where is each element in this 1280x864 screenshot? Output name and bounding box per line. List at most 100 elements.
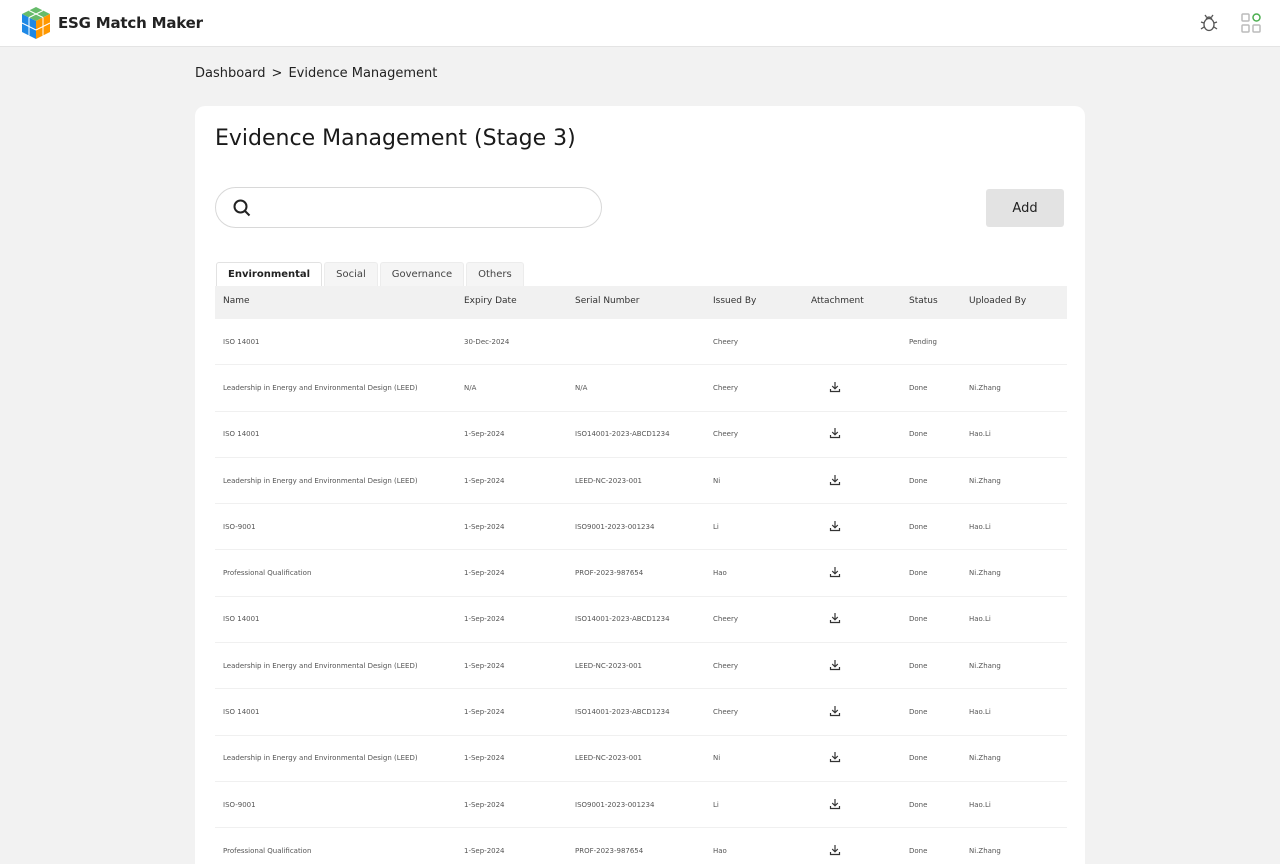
search-box[interactable] [215, 187, 602, 228]
cell-serial-number: N/A [575, 383, 588, 392]
download-icon[interactable] [829, 520, 841, 532]
cell-attachment [809, 381, 909, 395]
breadcrumb-item-dashboard[interactable]: Dashboard [195, 66, 266, 81]
table-row[interactable]: ISO-9001 1-Sep-2024 ISO9001-2023-001234 Li D… [215, 782, 1067, 829]
search-icon [232, 198, 252, 222]
cell-serial-number: LEED-NC-2023-001 [575, 476, 643, 485]
column-header-uploaded-by: Uploaded By [969, 296, 1027, 306]
download-icon[interactable] [829, 612, 841, 624]
cell-status: Done [909, 800, 928, 809]
table-row[interactable]: Leadership in Energy and Environmental D… [215, 643, 1067, 690]
download-icon[interactable] [829, 705, 841, 717]
table-row[interactable]: Professional Qualification 1-Sep-2024 PROF… [215, 550, 1067, 597]
cell-uploaded-by: Ni.Zhang [969, 383, 1001, 392]
cell-name: ISO-9001 [223, 522, 256, 531]
table-row[interactable]: Leadership in Energy and Environmental D… [215, 365, 1067, 412]
cell-attachment [809, 798, 909, 812]
download-icon[interactable] [829, 474, 841, 486]
table-row[interactable]: ISO-9001 1-Sep-2024 ISO9001-2023-001234 Li D… [215, 504, 1067, 551]
tab-environmental[interactable]: Environmental [216, 262, 323, 286]
evidence-table: Name Expiry Date Serial Number Issued By… [215, 286, 1067, 864]
cell-expiry-date: 30-Dec-2024 [464, 337, 510, 346]
cell-uploaded-by: Hao.Li [969, 615, 991, 624]
table-row[interactable]: Professional Qualification 1-Sep-2024 PROF… [215, 828, 1067, 864]
cell-expiry-date: N/A [464, 383, 477, 392]
cell-expiry-date: 1-Sep-2024 [464, 522, 505, 531]
table-row[interactable]: ISO 14001 30-Dec-2024 Cheery Pending [215, 319, 1067, 366]
cell-issued-by: Cheery [713, 337, 738, 346]
cell-attachment [809, 659, 909, 673]
add-button[interactable]: Add [986, 189, 1064, 227]
cell-expiry-date: 1-Sep-2024 [464, 754, 505, 763]
column-header-status: Status [909, 296, 938, 306]
cell-uploaded-by: Hao.Li [969, 708, 991, 717]
brand[interactable]: ESG Match Maker [20, 6, 203, 40]
download-icon[interactable] [829, 566, 841, 578]
table-row[interactable]: Leadership in Energy and Environmental D… [215, 736, 1067, 782]
cell-attachment [809, 566, 909, 580]
cell-issued-by: Li [713, 522, 719, 531]
cell-attachment [809, 705, 909, 719]
download-icon[interactable] [829, 659, 841, 671]
download-icon[interactable] [829, 844, 841, 856]
download-icon[interactable] [829, 798, 841, 810]
table-row[interactable]: ISO 14001 1-Sep-2024 ISO14001-2023-ABCD123… [215, 597, 1067, 644]
cell-attachment [809, 427, 909, 441]
table-header: Name Expiry Date Serial Number Issued By… [215, 286, 1067, 319]
cell-name: Leadership in Energy and Environmental D… [223, 754, 418, 763]
cell-issued-by: Li [713, 800, 719, 809]
cell-issued-by: Ni [713, 754, 721, 763]
cell-serial-number: ISO14001-2023-ABCD1234 [575, 708, 670, 717]
cell-name: ISO 14001 [223, 615, 260, 624]
cell-status: Pending [909, 337, 937, 346]
cell-name: ISO 14001 [223, 430, 260, 439]
column-header-expiry-date: Expiry Date [464, 296, 517, 306]
cell-uploaded-by: Hao.Li [969, 430, 991, 439]
cell-serial-number: LEED-NC-2023-001 [575, 754, 643, 763]
cell-status: Done [909, 383, 928, 392]
tab-social[interactable]: Social [324, 262, 378, 286]
cell-name: Professional Qualification [223, 569, 312, 578]
app-name: ESG Match Maker [58, 14, 203, 32]
cell-name: ISO-9001 [223, 800, 256, 809]
page-title: Evidence Management (Stage 3) [215, 126, 576, 151]
cell-serial-number: ISO14001-2023-ABCD1234 [575, 430, 670, 439]
breadcrumb-item-evidence-management: Evidence Management [288, 66, 438, 81]
cell-status: Done [909, 708, 928, 717]
cell-status: Done [909, 615, 928, 624]
search-input[interactable] [262, 196, 582, 220]
apps-grid-icon[interactable] [1240, 12, 1262, 34]
cell-attachment [809, 474, 909, 488]
cell-uploaded-by: Ni.Zhang [969, 476, 1001, 485]
breadcrumb: Dashboard > Evidence Management [195, 66, 437, 81]
cell-serial-number: ISO9001-2023-001234 [575, 522, 655, 531]
top-bar: ESG Match Maker [0, 0, 1280, 47]
table-row[interactable]: Leadership in Energy and Environmental D… [215, 458, 1067, 505]
cell-attachment [809, 612, 909, 626]
cell-serial-number: PROF-2023-987654 [575, 846, 644, 855]
tab-others[interactable]: Others [466, 262, 524, 286]
cell-issued-by: Hao [713, 846, 727, 855]
cell-expiry-date: 1-Sep-2024 [464, 800, 505, 809]
column-header-issued-by: Issued By [713, 296, 757, 306]
cell-status: Done [909, 846, 928, 855]
cell-expiry-date: 1-Sep-2024 [464, 846, 505, 855]
cell-name: ISO 14001 [223, 337, 260, 346]
bug-icon[interactable] [1198, 12, 1220, 34]
cell-name: Leadership in Energy and Environmental D… [223, 383, 418, 392]
column-header-attachment: Attachment [811, 296, 864, 306]
table-row[interactable]: ISO 14001 1-Sep-2024 ISO14001-2023-ABCD123… [215, 689, 1067, 736]
cell-expiry-date: 1-Sep-2024 [464, 708, 505, 717]
table-row[interactable]: ISO 14001 1-Sep-2024 ISO14001-2023-ABCD123… [215, 412, 1067, 458]
cell-issued-by: Cheery [713, 661, 738, 670]
cell-expiry-date: 1-Sep-2024 [464, 476, 505, 485]
download-icon[interactable] [829, 381, 841, 393]
cell-name: Leadership in Energy and Environmental D… [223, 476, 418, 485]
cell-status: Done [909, 754, 928, 763]
cell-serial-number: PROF-2023-987654 [575, 569, 644, 578]
download-icon[interactable] [829, 751, 841, 763]
tab-governance[interactable]: Governance [379, 262, 465, 286]
download-icon[interactable] [829, 427, 841, 439]
cell-issued-by: Ni [713, 476, 721, 485]
content-card: Evidence Management (Stage 3) Add Enviro… [195, 106, 1085, 864]
